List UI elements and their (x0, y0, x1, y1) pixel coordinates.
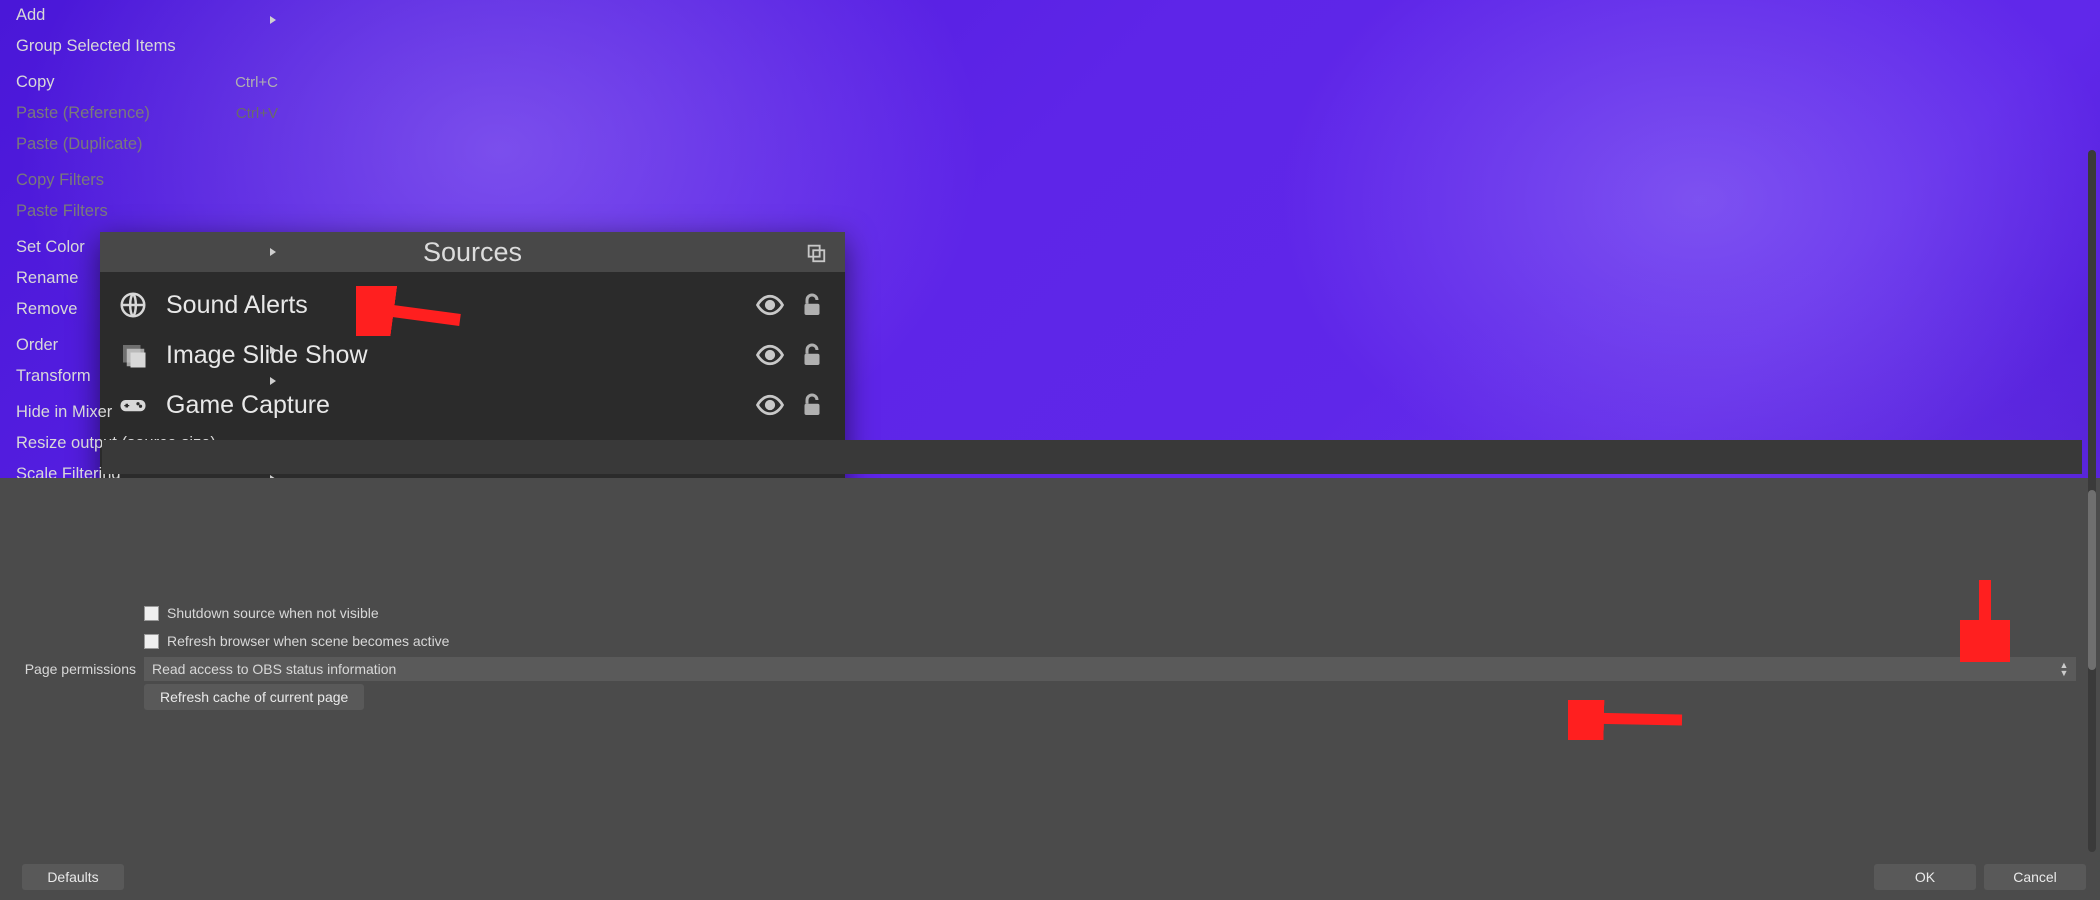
menu-item-label: Hide in Mixer (16, 403, 112, 422)
menu-item-label: Group Selected Items (16, 37, 176, 56)
menu-item-paste-duplicate: Paste (Duplicate) (0, 129, 294, 160)
menu-item-label: Paste (Reference) (16, 104, 150, 123)
page-permissions-label: Page permissions (24, 661, 144, 677)
properties-dialog: Properties for 'Sound Alerts' Shutdown s… (0, 789, 767, 900)
properties-footer: Defaults OK Cancel (0, 854, 2100, 900)
lock-toggle[interactable] (797, 290, 827, 320)
menu-item-label: Remove (16, 300, 77, 319)
properties-form: Shutdown source when not visible Refresh… (0, 478, 2100, 854)
menu-item-transform[interactable]: Transform (0, 361, 294, 392)
properties-url-field[interactable] (102, 440, 2082, 474)
shutdown-checkbox-label: Shutdown source when not visible (167, 605, 379, 621)
submenu-chevron-icon (268, 243, 278, 253)
properties-scrollbar[interactable] (2088, 150, 2096, 852)
visibility-toggle[interactable] (755, 290, 785, 320)
menu-item-shortcut: Ctrl+V (236, 105, 278, 122)
menu-item-label: Paste Filters (16, 202, 108, 221)
refresh-cache-button[interactable]: Refresh cache of current page (144, 684, 364, 710)
menu-item-paste-reference: Paste (Reference) Ctrl+V (0, 98, 294, 129)
cancel-button[interactable]: Cancel (1984, 864, 2086, 890)
refresh-checkbox-label: Refresh browser when scene becomes activ… (167, 633, 449, 649)
menu-item-remove[interactable]: Remove (0, 294, 294, 325)
submenu-chevron-icon (268, 11, 278, 21)
defaults-button[interactable]: Defaults (22, 864, 124, 890)
menu-item-label: Copy (16, 73, 55, 92)
ok-button[interactable]: OK (1874, 864, 1976, 890)
menu-item-hide-in-mixer[interactable]: Hide in Mixer (0, 397, 294, 428)
menu-item-label: Order (16, 336, 58, 355)
sources-title: Sources (423, 237, 522, 268)
menu-item-group-selected-items[interactable]: Group Selected Items (0, 31, 294, 62)
menu-item-label: Add (16, 6, 45, 25)
scrollbar-thumb[interactable] (2088, 490, 2096, 670)
menu-item-shortcut: Ctrl+C (235, 74, 278, 91)
menu-item-order[interactable]: Order (0, 330, 294, 361)
visibility-toggle[interactable] (755, 390, 785, 420)
menu-item-add[interactable]: Add (0, 0, 294, 31)
select-spin-icon: ▲▼ (2056, 659, 2072, 679)
refresh-checkbox[interactable] (144, 634, 159, 649)
page-permissions-select[interactable]: Read access to OBS status information ▲▼ (144, 657, 2076, 681)
visibility-toggle[interactable] (755, 340, 785, 370)
menu-item-label: Copy Filters (16, 171, 104, 190)
menu-item-copy-filters: Copy Filters (0, 165, 294, 196)
menu-item-copy[interactable]: Copy Ctrl+C (0, 67, 294, 98)
submenu-chevron-icon (268, 372, 278, 382)
menu-item-label: Rename (16, 269, 78, 288)
menu-item-label: Paste (Duplicate) (16, 135, 143, 154)
menu-item-rename[interactable]: Rename (0, 263, 294, 294)
page-permissions-value: Read access to OBS status information (152, 661, 396, 677)
popout-icon[interactable] (805, 240, 827, 262)
shutdown-checkbox[interactable] (144, 606, 159, 621)
menu-item-paste-filters: Paste Filters (0, 196, 294, 227)
menu-item-label: Set Color (16, 238, 85, 257)
menu-item-set-color[interactable]: Set Color (0, 232, 294, 263)
lock-toggle[interactable] (797, 390, 827, 420)
lock-toggle[interactable] (797, 340, 827, 370)
menu-item-label: Transform (16, 367, 91, 386)
submenu-chevron-icon (268, 341, 278, 351)
